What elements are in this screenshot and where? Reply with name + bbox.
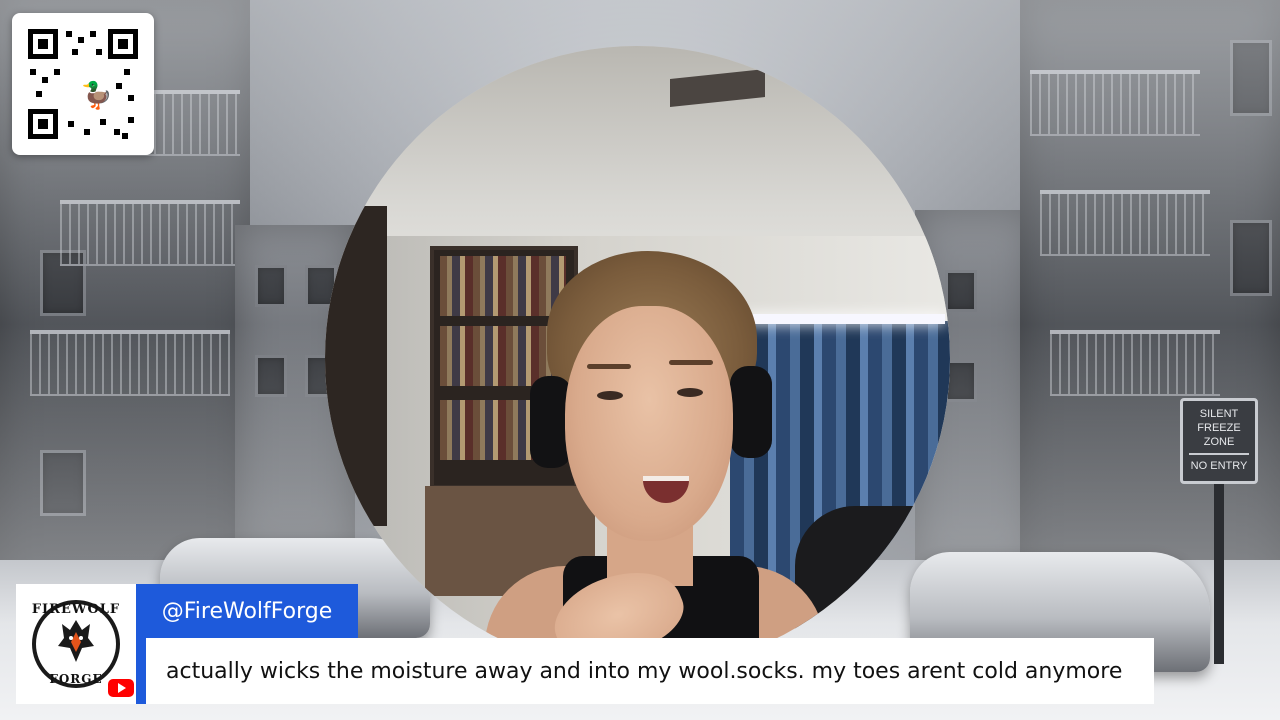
qr-module — [96, 49, 102, 55]
headphone-right-icon — [730, 366, 772, 458]
qr-module — [116, 83, 122, 89]
qr-module — [78, 37, 84, 43]
qr-module — [122, 133, 128, 139]
wolf-icon — [56, 618, 96, 664]
qr-module — [128, 117, 134, 123]
qr-module — [114, 129, 120, 135]
youtube-icon[interactable] — [108, 679, 134, 697]
qr-code-card[interactable]: 🦆 — [12, 13, 154, 155]
person-brow — [669, 360, 713, 365]
qr-module — [72, 49, 78, 55]
caption-bar: actually wicks the moisture away and int… — [136, 638, 1154, 704]
qr-finder — [28, 109, 58, 139]
person-face — [565, 306, 733, 541]
string-lights — [745, 314, 945, 324]
sign-text: SILENT — [1199, 408, 1239, 420]
username-plate: @FireWolfForge — [136, 584, 358, 638]
qr-code-icon: 🦆 — [28, 29, 138, 139]
duck-icon: 🦆 — [78, 77, 116, 115]
qr-module — [68, 121, 74, 127]
sign-text: NO ENTRY — [1190, 460, 1248, 472]
left-shelf — [325, 206, 387, 526]
qr-finder — [28, 29, 58, 59]
qr-module — [66, 31, 72, 37]
qr-module — [36, 91, 42, 97]
person-brow — [587, 364, 631, 369]
qr-module — [30, 69, 36, 75]
sign-text: ZONE — [1203, 436, 1235, 448]
person-eye — [597, 391, 623, 400]
sign-divider — [1189, 453, 1249, 455]
book-row — [440, 256, 566, 316]
street-sign: SILENT FREEZE ZONE NO ENTRY — [1180, 398, 1258, 484]
caption-text: actually wicks the moisture away and int… — [166, 658, 1123, 684]
qr-module — [54, 69, 60, 75]
logo-top-text: FIREWOLF — [31, 602, 121, 617]
qr-module — [100, 119, 106, 125]
lower-third: FIREWOLF FORGE @FireWolfForge actually w… — [16, 584, 1154, 704]
qr-module — [84, 129, 90, 135]
channel-logo[interactable]: FIREWOLF FORGE — [16, 584, 136, 704]
qr-module — [42, 77, 48, 83]
qr-module — [90, 31, 96, 37]
username-label: @FireWolfForge — [161, 598, 333, 624]
qr-module — [128, 95, 134, 101]
stream-frame: SILENT FREEZE ZONE NO ENTRY 🦆 FIREWOLF F… — [0, 0, 1280, 720]
person-eye — [677, 388, 703, 397]
sign-text: FREEZE — [1197, 422, 1241, 434]
sign-pole — [1214, 484, 1224, 664]
qr-module — [124, 69, 130, 75]
qr-finder — [108, 29, 138, 59]
webcam-feed — [325, 46, 950, 671]
